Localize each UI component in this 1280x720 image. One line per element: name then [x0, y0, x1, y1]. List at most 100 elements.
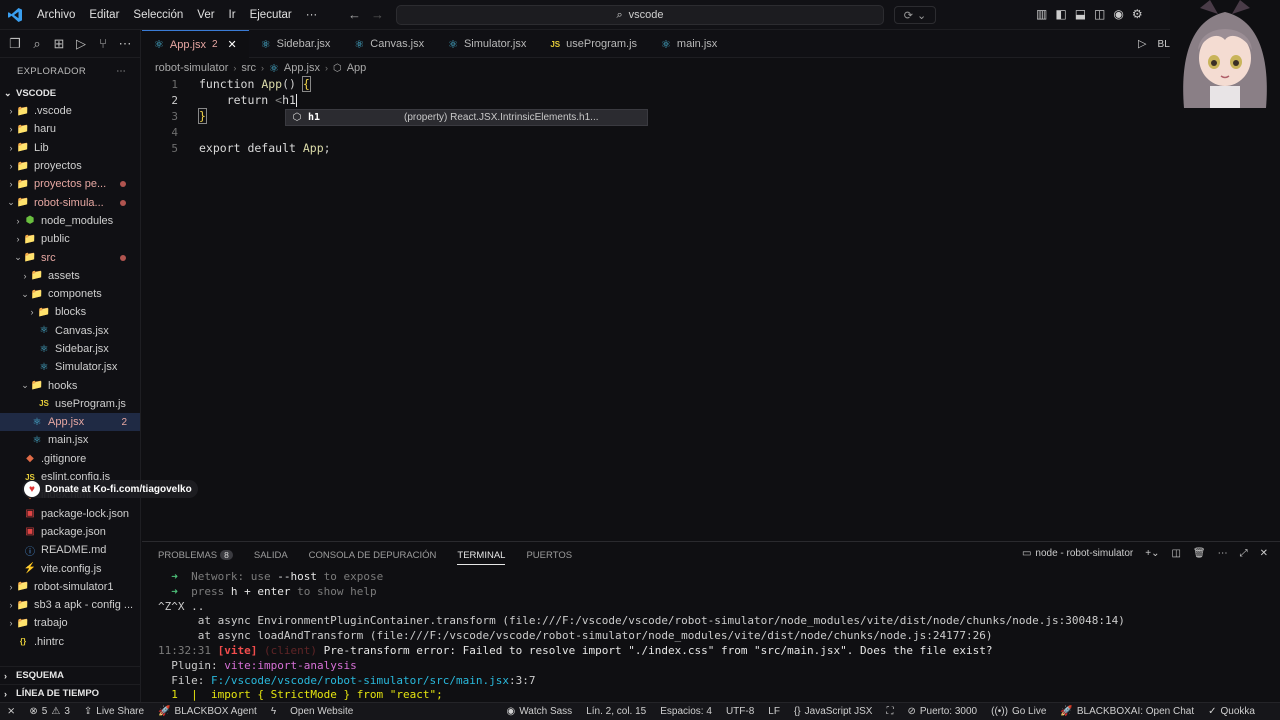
- tab-debug-console[interactable]: CONSOLA DE DEPURACIÓN: [309, 550, 437, 561]
- encoding[interactable]: UTF-8: [719, 706, 761, 717]
- tab-main-jsx[interactable]: ⚛ main.jsx: [649, 30, 729, 58]
- run-icon[interactable]: ▷: [1138, 38, 1146, 50]
- forward-arrow-icon[interactable]: →: [371, 7, 394, 22]
- tree-item-package-json[interactable]: ▣ package.json: [0, 523, 140, 541]
- close-icon[interactable]: ✕: [228, 38, 237, 51]
- account-icon[interactable]: ◉: [1113, 7, 1123, 21]
- cursor-position[interactable]: Lín. 2, col. 15: [579, 706, 653, 717]
- terminal-output[interactable]: ➜ Network: use --host to expose ➜ press …: [158, 570, 1268, 703]
- tree-item-hooks[interactable]: ⌄ 📁 hooks: [0, 376, 140, 394]
- tree-item-componets[interactable]: ⌄ 📁 componets: [0, 285, 140, 303]
- tree-item-app-jsx[interactable]: ⚛ App.jsx 2: [0, 413, 140, 432]
- breadcrumb-item[interactable]: App: [347, 62, 367, 74]
- quokka-button[interactable]: ✓ Quokka: [1201, 706, 1262, 717]
- extensions-icon[interactable]: ⊞: [50, 36, 68, 52]
- tree-item-proyectos[interactable]: › 📁 proyectos: [0, 157, 140, 175]
- workspace-root[interactable]: ⌄ VSCODE: [0, 84, 140, 102]
- port-status[interactable]: ⊘ Puerto: 3000: [900, 706, 984, 717]
- language-mode[interactable]: {} JavaScript JSX: [787, 706, 880, 717]
- watch-sass-button[interactable]: ◉ Watch Sass: [499, 706, 579, 717]
- trash-icon[interactable]: 🗑: [1193, 548, 1206, 559]
- menu-more[interactable]: ···: [299, 9, 325, 21]
- tree-item-vscode[interactable]: › 📁 .vscode: [0, 102, 140, 120]
- code-editor[interactable]: 1 function App() { 2 return <h1 3 } 4 5 …: [142, 76, 1170, 540]
- tree-item-sidebar-jsx[interactable]: ⚛ Sidebar.jsx: [0, 340, 140, 358]
- tab-sidebar-jsx[interactable]: ⚛ Sidebar.jsx: [249, 30, 343, 58]
- tree-item-simulator-jsx[interactable]: ⚛ Simulator.jsx: [0, 358, 140, 376]
- split-terminal-icon[interactable]: ◫: [1171, 548, 1180, 559]
- menu-ver[interactable]: Ver: [190, 9, 221, 21]
- problems-status[interactable]: ⊗ 5 ⚠ 3: [22, 706, 76, 717]
- tab-ports[interactable]: PUERTOS: [526, 550, 572, 561]
- back-arrow-icon[interactable]: ←: [348, 7, 371, 22]
- breadcrumb-item[interactable]: src: [241, 62, 256, 74]
- toggle-panel-icon[interactable]: ⬓: [1075, 7, 1086, 21]
- tree-item-blocks[interactable]: › 📁 blocks: [0, 303, 140, 321]
- indentation[interactable]: Espacios: 4: [653, 706, 719, 717]
- menu-archivo[interactable]: Archivo: [30, 9, 82, 21]
- menu-ejecutar[interactable]: Ejecutar: [243, 9, 299, 21]
- tree-item-main-jsx[interactable]: ⚛ main.jsx: [0, 431, 140, 449]
- tree-item-robot-simulator1[interactable]: › 📁 robot-simulator1: [0, 578, 140, 596]
- tree-item-assets[interactable]: › 📁 assets: [0, 267, 140, 285]
- tree-item-src[interactable]: ⌄ 📁 src: [0, 248, 140, 266]
- blackboxai-chat-button[interactable]: 🚀 BLACKBOXAI: Open Chat: [1053, 706, 1201, 717]
- close-icon[interactable]: ✕: [1260, 548, 1268, 559]
- go-live-button[interactable]: ((•)) Go Live: [984, 706, 1053, 717]
- copilot-status-icon[interactable]: ⛶: [879, 706, 900, 717]
- lightning-icon[interactable]: ϟ: [264, 706, 283, 717]
- tab-problems[interactable]: PROBLEMAS 8: [158, 549, 233, 561]
- tree-item-public[interactable]: › 📁 public: [0, 230, 140, 248]
- menu-ir[interactable]: Ir: [222, 9, 243, 21]
- tab-output[interactable]: SALIDA: [254, 550, 288, 561]
- explorer-more-icon[interactable]: ⋯: [116, 66, 126, 77]
- tree-item-canvas-jsx[interactable]: ⚛ Canvas.jsx: [0, 322, 140, 340]
- menu-editar[interactable]: Editar: [82, 9, 126, 21]
- end-of-line[interactable]: LF: [761, 706, 787, 717]
- suggestion-widget[interactable]: ⬡ h1 (property) React.JSX.IntrinsicEleme…: [285, 109, 648, 126]
- more-icon[interactable]: ⋯: [1218, 548, 1228, 559]
- source-control-icon[interactable]: ⑂: [94, 36, 112, 51]
- more-icon[interactable]: ⋯: [116, 36, 134, 52]
- toggle-sidebar-icon[interactable]: ◧: [1055, 7, 1066, 21]
- tree-item-useprogram-js[interactable]: JS useProgram.js: [0, 395, 140, 413]
- tab-app-jsx[interactable]: ⚛ App.jsx 2 ✕: [142, 30, 249, 58]
- tree-item-vite-config-js[interactable]: ⚡ vite.config.js: [0, 559, 140, 577]
- tab-useprogram-js[interactable]: JS useProgram.js: [538, 30, 649, 58]
- menu-seleccion[interactable]: Selección: [126, 9, 190, 21]
- terminal-name[interactable]: node - robot-simulator: [1035, 548, 1133, 559]
- tree-item-trabajo[interactable]: › 📁 trabajo: [0, 614, 140, 632]
- remote-icon[interactable]: ⨯: [0, 706, 22, 717]
- open-website-button[interactable]: Open Website: [283, 706, 360, 717]
- tree-item-sb3-a-apk-config[interactable]: › 📁 sb3 a apk - config ...: [0, 596, 140, 614]
- tree-item-robot-simula[interactable]: ⌄ 📁 robot-simula...: [0, 193, 140, 211]
- explorer-icon[interactable]: ❐: [6, 36, 24, 52]
- donate-overlay[interactable]: ♥ Donate at Ko-fi.com/tiagovelko: [22, 480, 198, 498]
- tree-item-node-modules[interactable]: › ⬢ node_modules: [0, 212, 140, 230]
- maximize-panel-icon[interactable]: ⤢: [1240, 548, 1248, 559]
- tab-canvas-jsx[interactable]: ⚛ Canvas.jsx: [342, 30, 436, 58]
- tree-item-proyectos-pe[interactable]: › 📁 proyectos pe...: [0, 175, 140, 193]
- tree-item-readme-md[interactable]: ⓘ README.md: [0, 541, 140, 559]
- gear-icon[interactable]: ⚙: [1132, 7, 1143, 21]
- command-center-search[interactable]: ⌕ vscode: [396, 5, 884, 25]
- search-icon[interactable]: ⌕: [28, 36, 46, 52]
- copilot-button[interactable]: ⟳ ⌄: [894, 6, 936, 24]
- breadcrumb-item[interactable]: App.jsx: [284, 62, 320, 74]
- blackbox-agent-button[interactable]: 🚀 BLACKBOX Agent: [151, 706, 264, 717]
- customize-layout-icon[interactable]: ▥: [1036, 7, 1047, 21]
- outline-section[interactable]: › ESQUEMA: [0, 666, 141, 684]
- tree-item-haru[interactable]: › 📁 haru: [0, 120, 140, 138]
- tree-item-package-lock-json[interactable]: ▣ package-lock.json: [0, 505, 140, 523]
- live-share-button[interactable]: ⇪ Live Share: [77, 706, 151, 717]
- run-debug-icon[interactable]: ▷: [72, 36, 90, 52]
- tree-item-gitignore[interactable]: ◆ .gitignore: [0, 450, 140, 468]
- tab-terminal[interactable]: TERMINAL: [457, 550, 506, 565]
- breadcrumb-item[interactable]: robot-simulator: [155, 62, 228, 74]
- tab-simulator-jsx[interactable]: ⚛ Simulator.jsx: [436, 30, 538, 58]
- tree-item-lib[interactable]: › 📁 Lib: [0, 139, 140, 157]
- new-terminal-icon[interactable]: +⌄: [1145, 548, 1159, 559]
- timeline-section[interactable]: › LÍNEA DE TIEMPO: [0, 684, 141, 702]
- tree-item-hintrc[interactable]: {} .hintrc: [0, 633, 140, 651]
- toggle-secondary-sidebar-icon[interactable]: ◫: [1094, 7, 1105, 21]
